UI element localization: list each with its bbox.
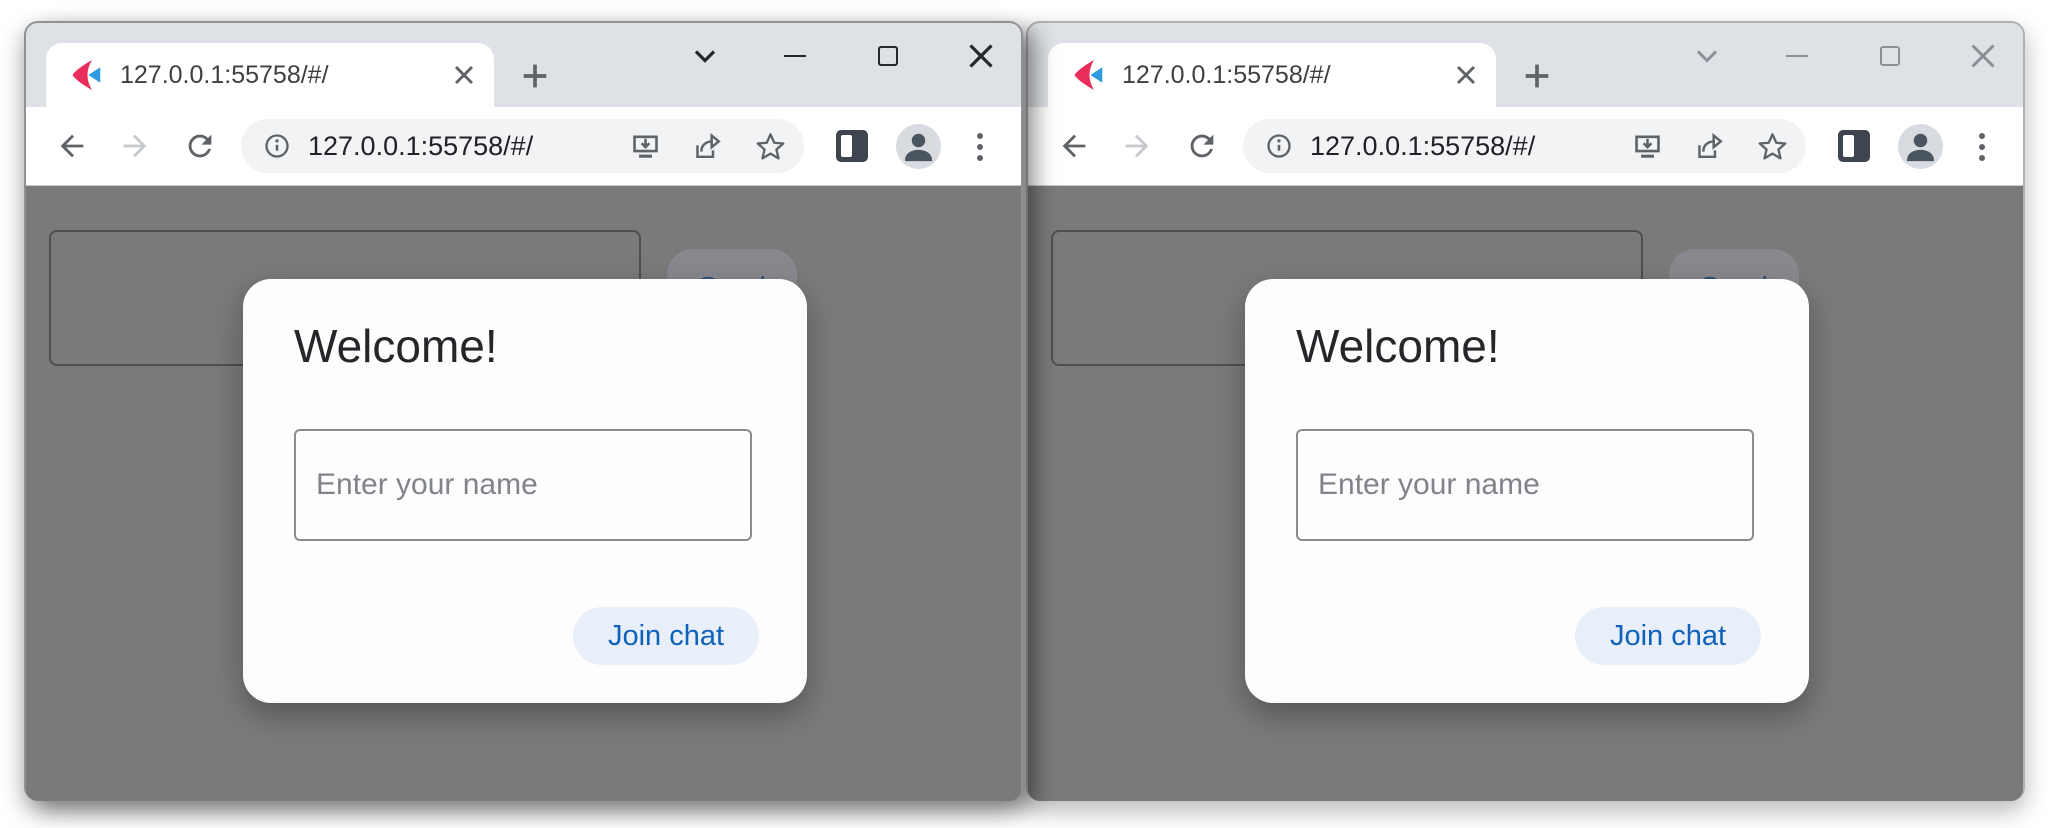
install-app-icon[interactable] xyxy=(630,131,661,162)
page-content-scrim: Send Welcome! Join chat xyxy=(26,186,1021,801)
welcome-dialog: Welcome! Join chat xyxy=(243,279,807,703)
back-icon[interactable] xyxy=(55,129,89,163)
side-panel-icon[interactable] xyxy=(1838,130,1870,162)
browser-window-left: 127.0.0.1:55758/#/ xyxy=(24,21,1023,801)
tab-close-icon[interactable] xyxy=(1450,59,1482,91)
share-icon[interactable] xyxy=(1693,131,1724,162)
tab-title: 127.0.0.1:55758/#/ xyxy=(1122,61,1450,90)
minimize-icon[interactable] xyxy=(1779,37,1815,75)
url-text[interactable]: 127.0.0.1:55758/#/ xyxy=(308,131,630,162)
menu-dots-icon[interactable] xyxy=(1972,131,1992,163)
forward-icon[interactable] xyxy=(1120,129,1154,163)
close-window-icon[interactable] xyxy=(963,37,999,75)
menu-dots-icon[interactable] xyxy=(970,131,990,163)
name-input[interactable] xyxy=(1296,429,1754,541)
tab-strip: 127.0.0.1:55758/#/ xyxy=(1028,23,2023,107)
dialog-title: Welcome! xyxy=(294,319,498,373)
new-tab-icon[interactable] xyxy=(518,59,552,93)
back-icon[interactable] xyxy=(1057,129,1091,163)
bookmark-star-icon[interactable] xyxy=(755,131,786,162)
profile-avatar-icon[interactable] xyxy=(896,124,941,169)
reload-icon[interactable] xyxy=(1185,129,1219,163)
url-text[interactable]: 127.0.0.1:55758/#/ xyxy=(1310,131,1632,162)
join-chat-button[interactable]: Join chat xyxy=(573,607,759,665)
tab-close-icon[interactable] xyxy=(448,59,480,91)
flet-favicon-icon xyxy=(68,57,104,93)
share-icon[interactable] xyxy=(691,131,722,162)
browser-toolbar: 127.0.0.1:55758/#/ xyxy=(1028,107,2023,186)
browser-tab[interactable]: 127.0.0.1:55758/#/ xyxy=(1048,43,1496,107)
address-bar[interactable]: 127.0.0.1:55758/#/ xyxy=(1243,119,1806,173)
tab-title: 127.0.0.1:55758/#/ xyxy=(120,61,448,90)
profile-avatar-icon[interactable] xyxy=(1898,124,1943,169)
site-info-icon[interactable] xyxy=(1265,132,1293,160)
browser-window-right: 127.0.0.1:55758/#/ xyxy=(1026,21,2025,801)
page-content-scrim: Send Welcome! Join chat xyxy=(1028,186,2023,801)
browser-toolbar: 127.0.0.1:55758/#/ xyxy=(26,107,1021,186)
maximize-icon[interactable] xyxy=(870,37,906,75)
site-info-icon[interactable] xyxy=(263,132,291,160)
dialog-title: Welcome! xyxy=(1296,319,1500,373)
maximize-icon[interactable] xyxy=(1872,37,1908,75)
install-app-icon[interactable] xyxy=(1632,131,1663,162)
join-chat-button[interactable]: Join chat xyxy=(1575,607,1761,665)
welcome-dialog: Welcome! Join chat xyxy=(1245,279,1809,703)
address-bar[interactable]: 127.0.0.1:55758/#/ xyxy=(241,119,804,173)
tab-search-chevron-icon[interactable] xyxy=(687,37,723,75)
new-tab-icon[interactable] xyxy=(1520,59,1554,93)
tab-strip: 127.0.0.1:55758/#/ xyxy=(26,23,1021,107)
bookmark-star-icon[interactable] xyxy=(1757,131,1788,162)
side-panel-icon[interactable] xyxy=(836,130,868,162)
tab-search-chevron-icon[interactable] xyxy=(1689,37,1725,75)
close-window-icon[interactable] xyxy=(1965,37,2001,75)
flet-favicon-icon xyxy=(1070,57,1106,93)
browser-tab[interactable]: 127.0.0.1:55758/#/ xyxy=(46,43,494,107)
reload-icon[interactable] xyxy=(183,129,217,163)
forward-icon[interactable] xyxy=(118,129,152,163)
name-input[interactable] xyxy=(294,429,752,541)
minimize-icon[interactable] xyxy=(777,37,813,75)
